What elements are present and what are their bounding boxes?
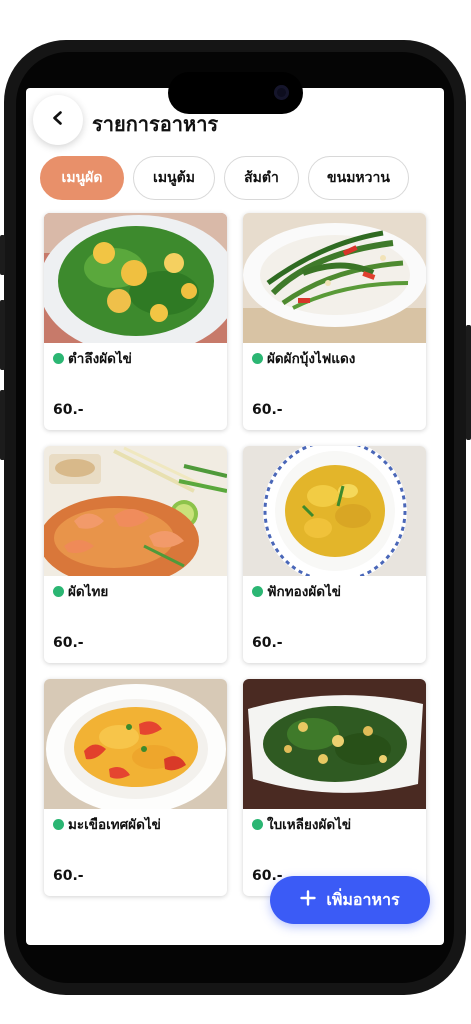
add-food-button[interactable]: เพิ่มอาหาร <box>270 876 430 924</box>
available-dot <box>53 352 64 364</box>
available-dot <box>53 818 64 830</box>
available-dot <box>252 818 263 830</box>
available-dot <box>252 352 263 364</box>
dish-name: ใบเหลียงผัดไข่ <box>267 817 352 833</box>
menu-card[interactable]: ผัดไทย 60.- <box>44 446 227 663</box>
dish-price: 60.- <box>53 635 84 651</box>
camera-icon <box>274 85 289 100</box>
dish-price: 60.- <box>53 868 84 884</box>
dish-photo-bai-liang <box>243 679 426 809</box>
menu-card[interactable]: มะเขือเทศผัดไข่ 60.- <box>44 679 227 896</box>
volume-button <box>0 235 5 275</box>
add-food-label: เพิ่มอาหาร <box>326 889 400 909</box>
dish-photo-tomato-egg <box>44 679 227 809</box>
dish-photo-pumpkin <box>243 446 426 576</box>
menu-card[interactable]: ใบเหลียงผัดไข่ 60.- <box>243 679 426 896</box>
available-dot <box>53 585 64 597</box>
dish-photo-tamlueng <box>44 213 227 343</box>
menu-card[interactable]: ผัดผักบุ้งไฟแดง 60.- <box>243 213 426 430</box>
plus-icon <box>300 889 317 911</box>
volume-up-button <box>0 300 5 370</box>
tab-soup[interactable]: เมนูต้ม <box>133 156 215 200</box>
power-button <box>466 325 471 440</box>
menu-card[interactable]: ฟักทองผัดไข่ 60.- <box>243 446 426 663</box>
tab-dessert[interactable]: ขนมหวาน <box>308 156 409 200</box>
category-tabs: เมนูผัด เมนูต้ม ส้มตำ ขนมหวาน <box>40 156 409 200</box>
tab-papaya-salad[interactable]: ส้มตำ <box>224 156 299 200</box>
dynamic-island <box>168 72 303 114</box>
dish-name: ฟักทองผัดไข่ <box>267 584 342 600</box>
menu-card[interactable]: ตำลึงผัดไข่ 60.- <box>44 213 227 430</box>
dish-photo-morning-glory <box>243 213 426 343</box>
dish-photo-pad-thai <box>44 446 227 576</box>
tab-stir-fry[interactable]: เมนูผัด <box>40 156 124 200</box>
available-dot <box>252 585 263 597</box>
dish-price: 60.- <box>252 635 283 651</box>
dish-price: 60.- <box>53 402 84 418</box>
chevron-left-icon <box>50 110 66 130</box>
app-screen: รายการอาหาร เมนูผัด เมนูต้ม ส้มตำ ขนมหวา… <box>26 88 444 945</box>
dish-name: ผัดผักบุ้งไฟแดง <box>267 351 356 367</box>
volume-down-button <box>0 390 5 460</box>
dish-name: ผัดไทย <box>68 584 109 600</box>
dish-name: ตำลึงผัดไข่ <box>68 351 132 367</box>
dish-name: มะเขือเทศผัดไข่ <box>68 817 161 833</box>
dish-price: 60.- <box>252 402 283 418</box>
back-button[interactable] <box>33 95 83 145</box>
